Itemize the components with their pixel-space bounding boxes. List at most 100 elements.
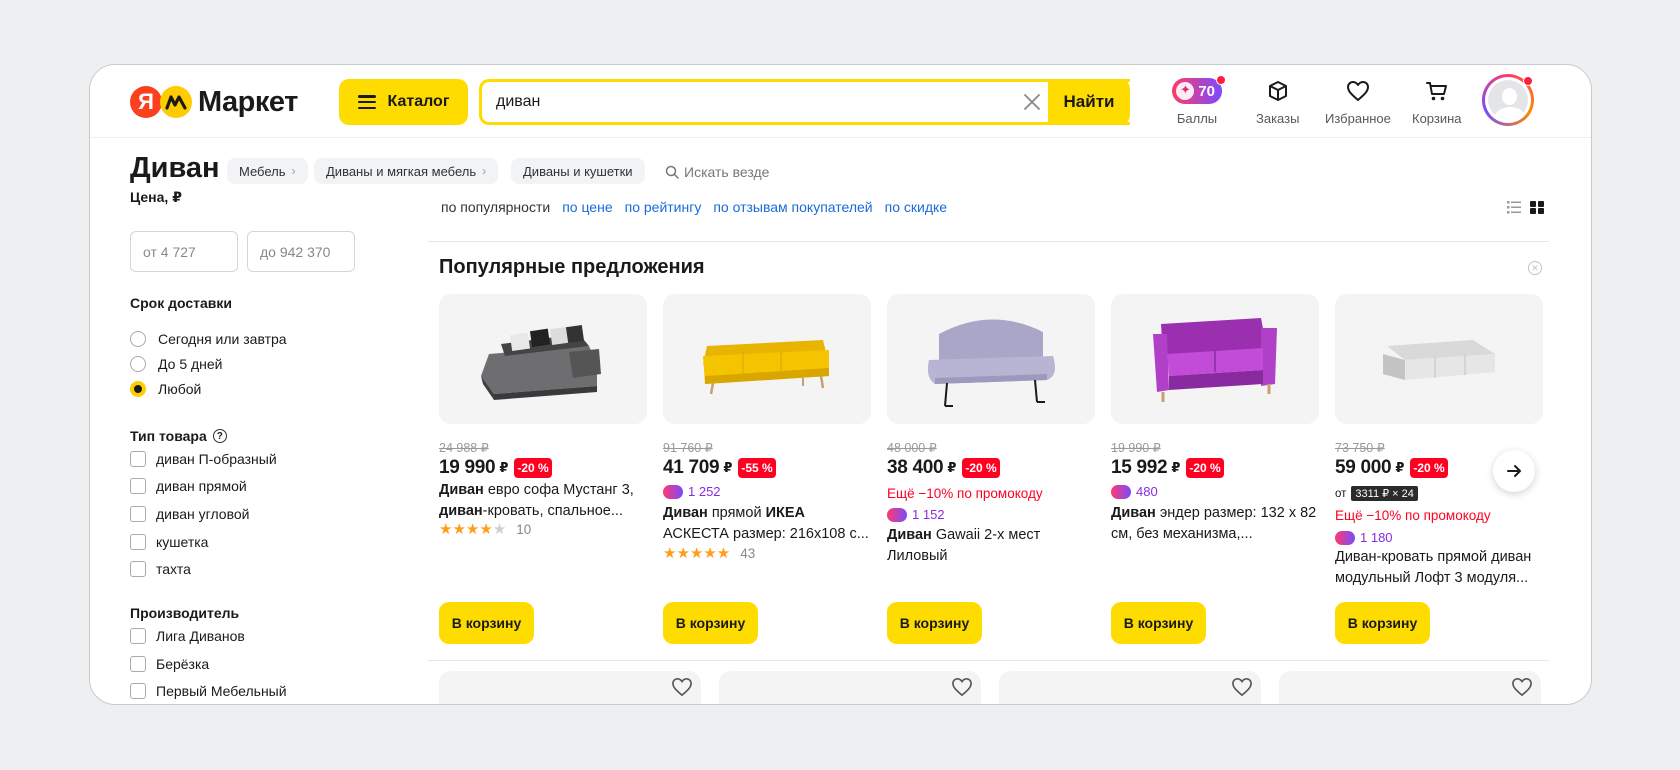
app-window: Я Маркет Каталог Найти ✦ 70 (89, 64, 1592, 705)
add-to-cart-button[interactable]: В корзину (663, 602, 758, 644)
box-icon (1267, 77, 1289, 105)
heart-icon[interactable] (1231, 677, 1253, 697)
product-title[interactable]: Диван евро софа Мустанг 3, диван-кровать… (439, 480, 647, 522)
add-to-cart-button[interactable]: В корзину (887, 602, 982, 644)
option-label: Любой (158, 381, 202, 397)
product-image[interactable] (887, 294, 1095, 424)
checkbox[interactable] (130, 561, 146, 577)
next-arrow-button[interactable] (1493, 450, 1535, 492)
product-card[interactable] (1279, 671, 1541, 704)
search-input[interactable] (496, 82, 1016, 122)
radio-button[interactable] (130, 356, 146, 372)
list-view-icon[interactable] (1507, 201, 1521, 214)
market-logo[interactable]: Я Маркет (130, 84, 298, 120)
breadcrumb-item[interactable]: Мебель › (227, 158, 308, 184)
points-link[interactable]: ✦ 70 Баллы (1172, 75, 1226, 126)
favorites-label: Избранное (1325, 111, 1391, 126)
add-to-cart-button[interactable]: В корзину (1335, 602, 1430, 644)
type-filter-label: Тип товара (130, 428, 207, 444)
type-option[interactable]: диван П-образный (130, 451, 277, 467)
search-everywhere-link[interactable]: Искать везде (665, 164, 769, 180)
product-image[interactable] (663, 294, 871, 424)
maker-option[interactable]: Первый Мебельный (130, 683, 287, 699)
type-filter-title: Тип товара ? (130, 428, 227, 444)
product-card[interactable] (439, 671, 701, 704)
price: 19 990 (439, 457, 496, 478)
help-icon[interactable]: ? (212, 429, 227, 443)
radio-button-selected[interactable] (130, 381, 146, 397)
divider (428, 241, 1549, 242)
sort-popularity[interactable]: по популярности (441, 199, 550, 215)
plus-points-icon (887, 507, 907, 522)
type-option[interactable]: кушетка (130, 534, 208, 550)
product-image[interactable] (439, 294, 647, 424)
title-bold: диван (439, 503, 483, 519)
favorites-link[interactable]: Избранное (1325, 77, 1391, 126)
points-value: 1 252 (688, 484, 721, 499)
heart-icon[interactable] (951, 677, 973, 697)
checkbox[interactable] (130, 478, 146, 494)
add-to-cart-button[interactable]: В корзину (439, 602, 534, 644)
menu-icon (357, 95, 376, 109)
delivery-option[interactable]: До 5 дней (130, 356, 223, 372)
option-label: Берёзка (156, 656, 210, 672)
product-title[interactable]: Диван прямой ИКЕА АСКЕСТА размер: 216x10… (663, 503, 871, 545)
product-title[interactable]: Диван Gawaii 2-х мест Лиловый (887, 525, 1095, 567)
option-label: Лига Диванов (156, 628, 245, 644)
cart-label: Корзина (1412, 111, 1462, 126)
breadcrumb-item[interactable]: Диваны и мягкая мебель › (314, 158, 499, 184)
product-card[interactable]: 91 760 ₽ 41 709 ₽ -55 % 1 252 Диван прямо… (663, 294, 871, 644)
avatar[interactable] (1482, 74, 1534, 126)
checkbox[interactable] (130, 506, 146, 522)
checkbox[interactable] (130, 451, 146, 467)
checkbox[interactable] (130, 656, 146, 672)
price-to-input[interactable]: до 942 370 (247, 231, 355, 272)
orders-label: Заказы (1256, 111, 1300, 126)
product-image[interactable] (1111, 294, 1319, 424)
product-card[interactable]: 48 000 ₽ 38 400 ₽ -20 % Ещё −10% по промо… (887, 294, 1095, 644)
title-bold: ИКЕА (765, 505, 806, 521)
breadcrumb-item[interactable]: Диваны и кушетки (511, 158, 645, 184)
radio-button[interactable] (130, 331, 146, 347)
delivery-option[interactable]: Любой (130, 381, 201, 397)
sort-price[interactable]: по цене (562, 199, 612, 215)
sort-rating[interactable]: по рейтингу (625, 199, 702, 215)
heart-icon[interactable] (671, 677, 693, 697)
checkbox[interactable] (130, 683, 146, 699)
product-title[interactable]: Диван-кровать прямой диван модульный Лоф… (1335, 547, 1543, 589)
delivery-option[interactable]: Сегодня или завтра (130, 331, 287, 347)
maker-option[interactable]: Берёзка (130, 656, 209, 672)
product-card[interactable]: 24 988 ₽ 19 990 ₽ -20 % Диван евро софа М… (439, 294, 647, 644)
checkbox[interactable] (130, 628, 146, 644)
type-option[interactable]: диван прямой (130, 478, 247, 494)
close-icon[interactable]: ✕ (1528, 261, 1542, 275)
product-card[interactable] (719, 671, 981, 704)
breadcrumb-label: Диваны и мягкая мебель (326, 163, 477, 179)
sort-discount[interactable]: по скидке (885, 199, 947, 215)
grid-view-icon[interactable] (1530, 201, 1544, 214)
sort-reviews[interactable]: по отзывам покупателей (713, 199, 872, 215)
type-option[interactable]: тахта (130, 561, 191, 577)
clear-search-icon[interactable] (1020, 90, 1044, 114)
product-image[interactable] (1335, 294, 1543, 424)
type-option[interactable]: диван угловой (130, 506, 249, 522)
heart-icon[interactable] (1511, 677, 1533, 697)
catalog-button[interactable]: Каталог (339, 79, 468, 125)
price: 38 400 (887, 457, 944, 478)
price: 15 992 (1111, 457, 1168, 478)
page-title: Диван (130, 152, 220, 184)
maker-option[interactable]: Лига Диванов (130, 628, 245, 644)
price-from-input[interactable]: от 4 727 (130, 231, 238, 272)
cart-link[interactable]: Корзина (1412, 77, 1462, 126)
product-card[interactable]: 19 990 ₽ 15 992 ₽ -20 % 480 Диван эндер р… (1111, 294, 1319, 644)
price: 41 709 (663, 457, 720, 478)
chevron-right-icon: › (291, 164, 296, 178)
checkbox[interactable] (130, 534, 146, 550)
search-button[interactable]: Найти (1048, 79, 1130, 125)
product-title[interactable]: Диван эндер размер: 132 х 82 см, без мех… (1111, 503, 1319, 545)
product-card[interactable] (999, 671, 1261, 704)
option-label: диван П-образный (156, 451, 277, 467)
add-to-cart-button[interactable]: В корзину (1111, 602, 1206, 644)
orders-link[interactable]: Заказы (1256, 77, 1299, 126)
avatar-notification-dot (1523, 76, 1533, 86)
